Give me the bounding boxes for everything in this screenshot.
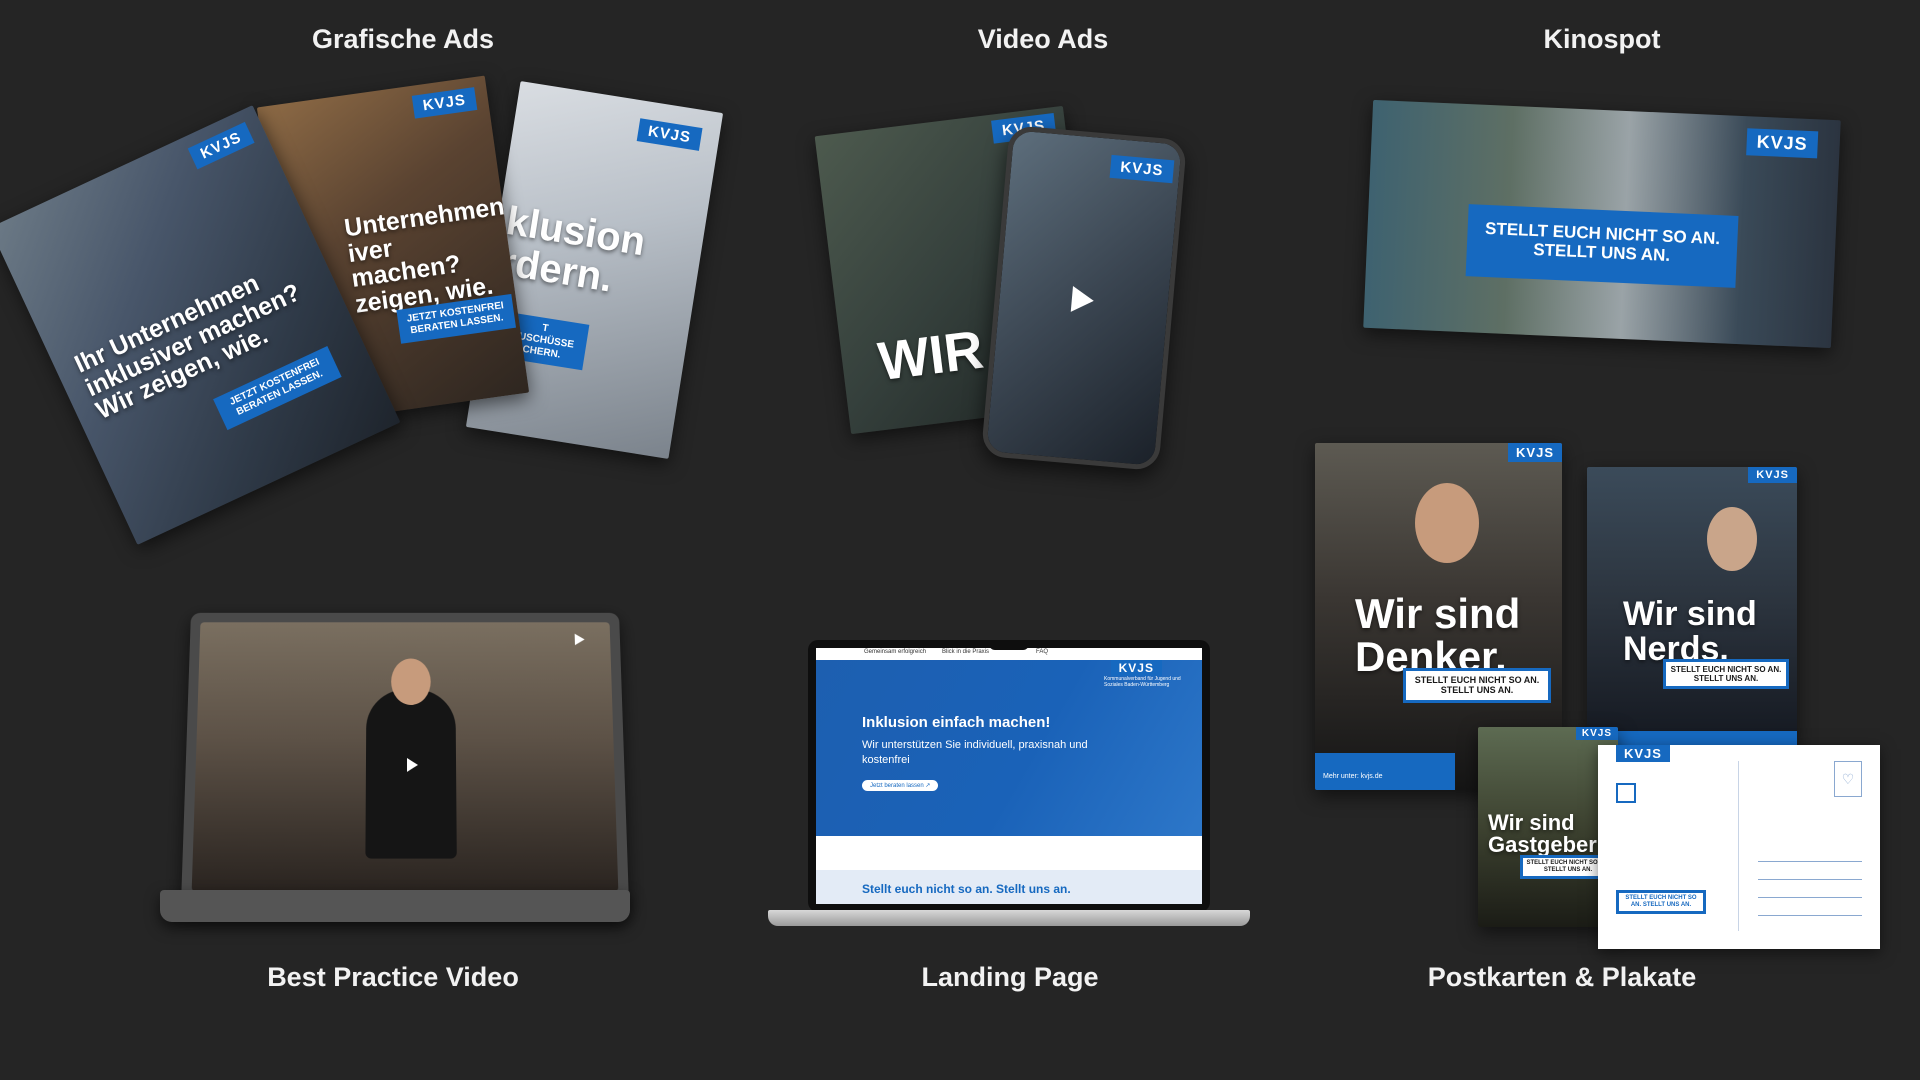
poster-nerds: KVJS Wir sind Nerds. STELLT EUCH NICHT S… [1587, 467, 1797, 747]
label-best-practice-video: Best Practice Video [267, 962, 519, 992]
camera-notch [989, 640, 1029, 650]
postcard: KVJS ♡ STELLT EUCH NICHT SO AN. STELLT U… [1598, 745, 1880, 949]
hero-button[interactable]: Jetzt beraten lassen ↗ [862, 780, 939, 791]
video-person [365, 689, 457, 859]
kinospot-frame: KVJS STELLT EUCH NICHT SO AN. STELLT UNS… [1363, 99, 1841, 349]
org-text: Kommunalverband für Jugend und Soziales … [1104, 676, 1181, 688]
video-person-head [391, 658, 431, 705]
label-landing-page: Landing Page [921, 962, 1099, 992]
kvjs-logo: KVJS [636, 118, 703, 151]
qr-code-icon [1616, 783, 1636, 803]
kvjs-logo: KVJS [1575, 727, 1618, 740]
label-grafische-ads: Grafische Ads [311, 24, 495, 54]
video-ad-word: WIR [875, 319, 987, 393]
poster-headline: Wir sind Nerds. [1623, 595, 1757, 668]
landing-screen: Gemeinsam erfolgreich Blick in die Praxi… [816, 648, 1202, 904]
nav-item[interactable]: FAQ [1036, 649, 1048, 655]
label-postkarten-plakate: Postkarten & Plakate [1427, 962, 1697, 992]
landing-footer: Stellt euch nicht so an. Stellt uns an. [816, 870, 1202, 904]
nav-item[interactable]: Gemeinsam erfolgreich [864, 649, 926, 655]
kvjs-logo: KVJS [1748, 467, 1797, 483]
kvjs-logo: KVJS [411, 87, 478, 119]
kvjs-logo: KVJS [1110, 660, 1162, 676]
ad-headline: Ihr Unternehmen inklusiver machen? Wir z… [70, 268, 305, 425]
label-kinospot: Kinospot [1543, 24, 1661, 54]
kvjs-logo: KVJS [187, 121, 255, 170]
hero-text: Wir unterstützen Sie individuell, praxis… [862, 739, 1088, 767]
label-video-ads: Video Ads [977, 24, 1109, 54]
address-line [1758, 861, 1862, 862]
landing-hero: KVJS Kommunalverband für Jugend und Sozi… [816, 660, 1202, 836]
nav-item[interactable]: Blick in die Praxis [942, 649, 989, 655]
ad-headline: klusion rdern. [496, 198, 649, 301]
laptop-base [160, 890, 630, 922]
address-line [1758, 879, 1862, 880]
hero-title: Inklusion einfach machen! [862, 714, 1051, 731]
poster-headline: Wir sind Denker. [1355, 590, 1521, 680]
postcard-bubble: STELLT EUCH NICHT SO AN. STELLT UNS AN. [1616, 890, 1706, 914]
poster-gastgeber: KVJS Wir sind Gastgeber STELLT EUCH NICH… [1478, 727, 1618, 927]
laptop-lid [180, 612, 630, 911]
phone-mockup: KVJS [980, 124, 1188, 472]
person-head [1707, 507, 1757, 571]
postcard-divider [1738, 761, 1739, 931]
laptop-lid: Gemeinsam erfolgreich Blick in die Praxi… [808, 640, 1210, 912]
footer-text: Stellt euch nicht so an. Stellt uns an. [862, 882, 1071, 896]
play-icon[interactable] [407, 758, 419, 772]
stamp-heart-icon: ♡ [1834, 761, 1862, 797]
kvjs-logo: KVJS [1508, 443, 1562, 462]
kvjs-logo: KVJS [1746, 128, 1819, 159]
kinospot-bubble: STELLT EUCH NICHT SO AN. STELLT UNS AN. [1465, 204, 1739, 288]
kvjs-logo: KVJS [1616, 745, 1670, 762]
poster-footer: Mehr unter: kvjs.de [1315, 753, 1455, 790]
poster-bubble: STELLT EUCH NICHT SO AN. STELLT UNS AN. [1403, 668, 1551, 703]
laptop-base [768, 910, 1250, 926]
address-line [1758, 897, 1862, 898]
video-screen [191, 622, 619, 892]
play-icon[interactable] [574, 633, 585, 646]
address-line [1758, 915, 1862, 916]
poster-bubble: STELLT EUCH NICHT SO AN. STELLT UNS AN. [1663, 659, 1789, 690]
poster-url: Mehr unter: kvjs.de [1323, 773, 1383, 780]
play-icon[interactable] [1070, 285, 1095, 314]
person-head [1415, 483, 1479, 563]
